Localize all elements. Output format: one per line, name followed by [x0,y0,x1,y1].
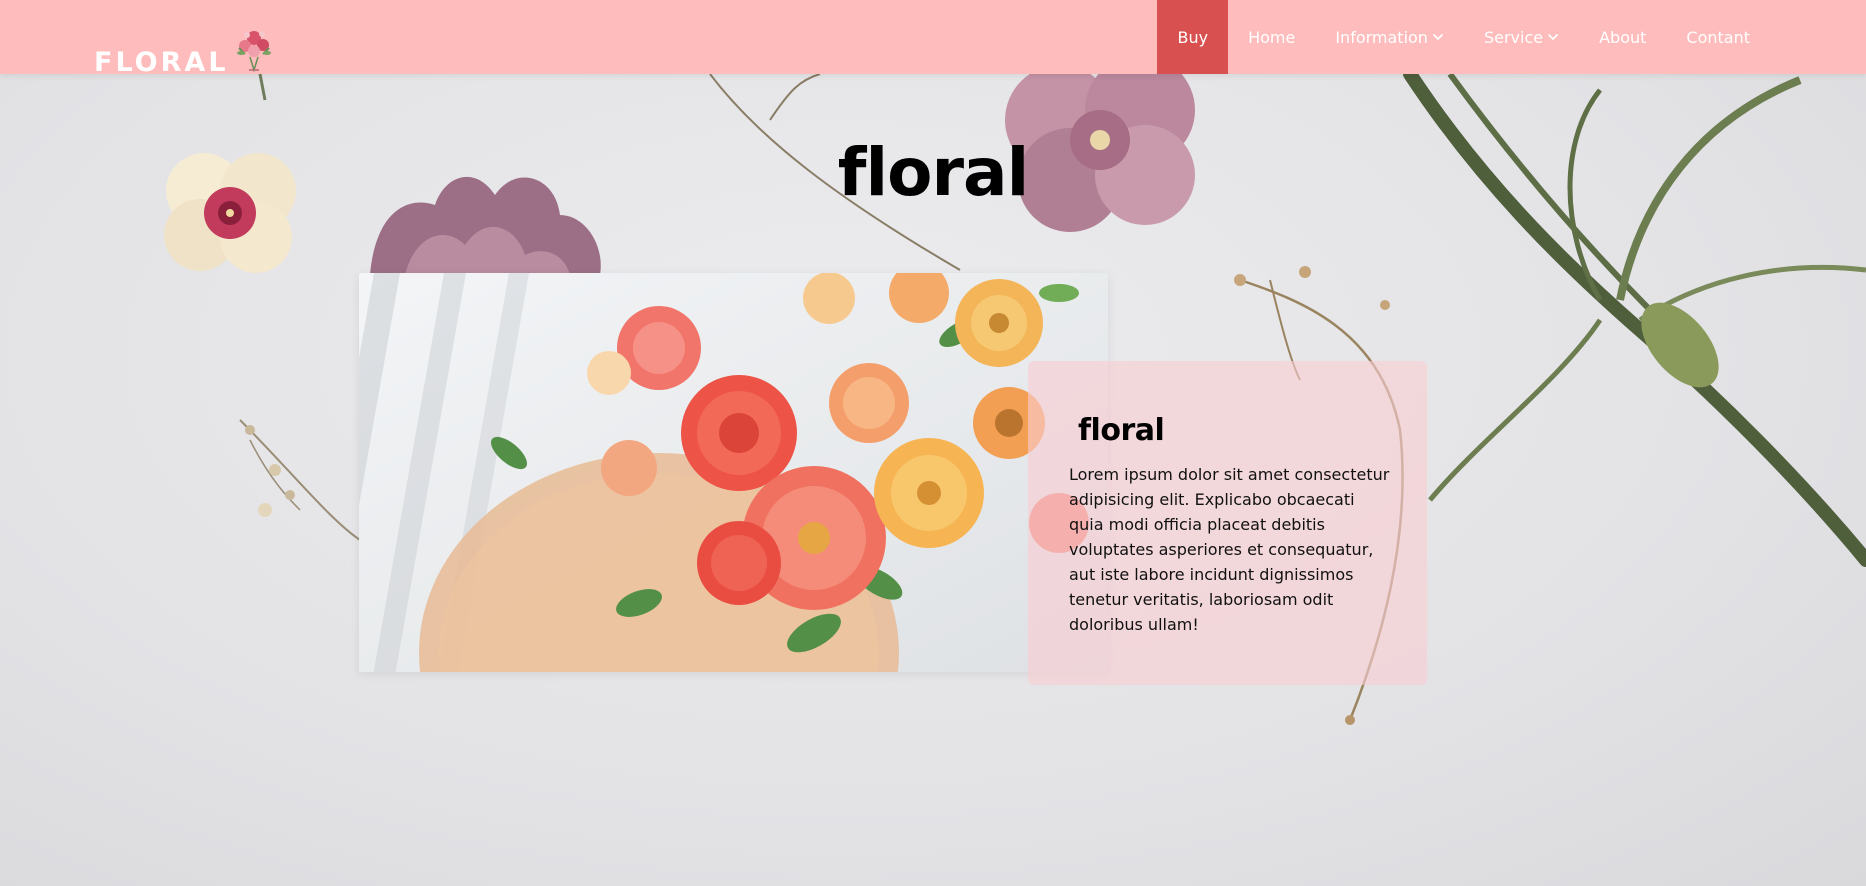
nav-item-information[interactable]: Information [1315,0,1464,74]
nav-item-service[interactable]: Service [1464,0,1579,74]
top-navbar: FLORAL Buy Home Information Service Abou… [0,0,1866,76]
nav-item-label: Contant [1686,27,1750,47]
nav-item-label: Information [1335,27,1428,47]
flower-bouquet-icon [236,31,271,73]
nav-item-about[interactable]: About [1579,0,1666,74]
chevron-down-icon [1548,34,1558,40]
info-card: floral Lorem ipsum dolor sit amet consec… [1028,361,1427,685]
nav-item-buy[interactable]: Buy [1157,0,1229,74]
card-description: Lorem ipsum dolor sit amet consectetur a… [1069,465,1390,634]
chevron-down-icon [1433,34,1443,40]
card-title: floral [1078,413,1165,448]
nav-item-label: Buy [1177,27,1209,47]
nav-item-label: Service [1483,27,1544,47]
nav-item-home[interactable]: Home [1228,0,1315,74]
page-title: floral [837,134,1029,211]
brand-link[interactable]: FLORAL [94,26,275,76]
bouquet-photo [359,273,1108,672]
brand-name: FLORAL [94,47,229,78]
nav-item-contact[interactable]: Contant [1666,0,1770,74]
nav-item-label: About [1599,27,1647,47]
main-nav: Buy Home Information Service About Conta… [1157,0,1770,74]
nav-item-label: Home [1248,27,1296,47]
